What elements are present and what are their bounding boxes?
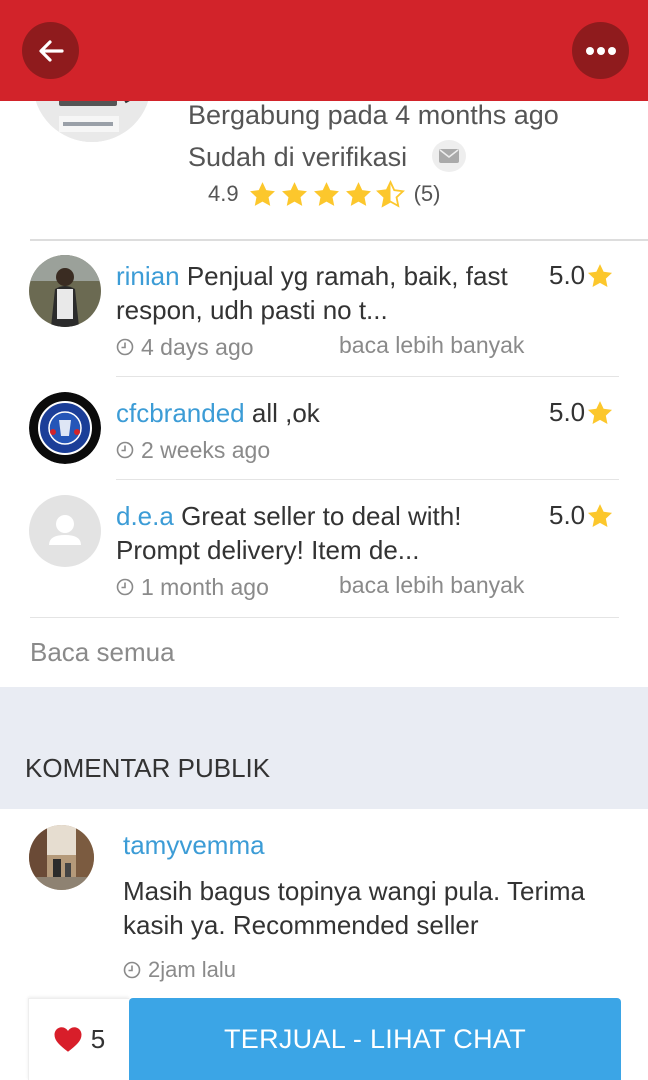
row-divider	[30, 617, 619, 618]
review-body: all ,ok	[251, 398, 320, 428]
commenter-avatar[interactable]	[29, 825, 94, 890]
rating-stars	[247, 179, 406, 209]
review-time-text: 2 weeks ago	[141, 436, 271, 463]
read-all-reviews-link[interactable]: Baca semua	[30, 637, 175, 668]
comment-time-text: 2jam lalu	[148, 957, 237, 982]
comment-time: 2jam lalu	[123, 955, 236, 985]
star-icon	[345, 181, 371, 206]
row-divider	[116, 479, 619, 480]
review-text: rinian Penjual yg ramah, baik, fast resp…	[116, 259, 536, 327]
like-count: 5	[90, 1024, 106, 1054]
review-time: 4 days ago	[116, 332, 254, 362]
row-divider	[116, 376, 619, 377]
review-time-text: 1 month ago	[141, 573, 269, 600]
clock-icon	[116, 338, 134, 356]
comments-section-header: KOMENTAR PUBLIK	[0, 687, 648, 809]
bottom-action-bar: 5 TERJUAL - LIHAT CHAT	[28, 998, 621, 1080]
star-icon	[249, 181, 275, 206]
star-icon	[588, 263, 613, 287]
review-score: 5.0	[549, 397, 615, 428]
star-icon	[281, 181, 307, 206]
clock-icon	[123, 961, 141, 979]
reviewer-avatar[interactable]	[29, 495, 101, 567]
star-icon	[313, 181, 339, 206]
read-more-link[interactable]: baca lebih banyak	[339, 572, 524, 599]
reviewer-avatar[interactable]	[29, 255, 101, 327]
reviewer-avatar[interactable]	[29, 392, 101, 464]
reviewer-name[interactable]: d.e.a	[116, 501, 174, 531]
review-score: 5.0	[549, 260, 615, 291]
review-text: d.e.a Great seller to deal with! Prompt …	[116, 499, 536, 567]
comment-text: Masih bagus topinya wangi pula. Terima k…	[123, 876, 586, 940]
section-title: KOMENTAR PUBLIK	[25, 753, 271, 783]
person-icon	[49, 515, 81, 545]
clock-icon	[116, 441, 134, 459]
review-score-value: 5.0	[549, 260, 586, 290]
seller-rating: 4.9 (5)	[208, 178, 440, 210]
like-button[interactable]: 5	[28, 998, 129, 1080]
rating-count: (5)	[413, 181, 441, 206]
star-icon	[588, 503, 613, 527]
read-more-link[interactable]: baca lebih banyak	[339, 332, 524, 359]
review-time: 1 month ago	[116, 572, 269, 602]
sold-view-chat-button[interactable]: TERJUAL - LIHAT CHAT	[129, 998, 621, 1080]
star-icon	[588, 400, 613, 424]
review-score-value: 5.0	[549, 500, 586, 530]
heart-icon	[54, 1027, 82, 1052]
review-text: cfcbranded all ,ok	[116, 396, 536, 430]
mail-icon	[439, 149, 459, 163]
back-arrow-icon	[38, 39, 64, 62]
verification-status: Sudah di verifikasi	[188, 142, 408, 172]
rating-value: 4.9	[208, 181, 239, 206]
more-options-button[interactable]	[572, 22, 629, 79]
review-score: 5.0	[549, 500, 615, 531]
review-time-text: 4 days ago	[141, 333, 254, 360]
clock-icon	[116, 578, 134, 596]
section-divider	[30, 239, 648, 241]
review-time: 2 weeks ago	[116, 435, 270, 465]
star-half-icon	[375, 179, 405, 208]
commenter-name[interactable]: tamyvemma	[123, 830, 265, 861]
joined-date: Bergabung pada 4 months ago	[188, 100, 559, 130]
review-score-value: 5.0	[549, 397, 586, 427]
email-verified-badge	[432, 140, 466, 172]
back-button[interactable]	[22, 22, 79, 79]
more-icon	[585, 46, 616, 55]
top-bar	[0, 0, 648, 101]
reviewer-name[interactable]: rinian	[116, 261, 180, 291]
reviewer-name[interactable]: cfcbranded	[116, 398, 245, 428]
